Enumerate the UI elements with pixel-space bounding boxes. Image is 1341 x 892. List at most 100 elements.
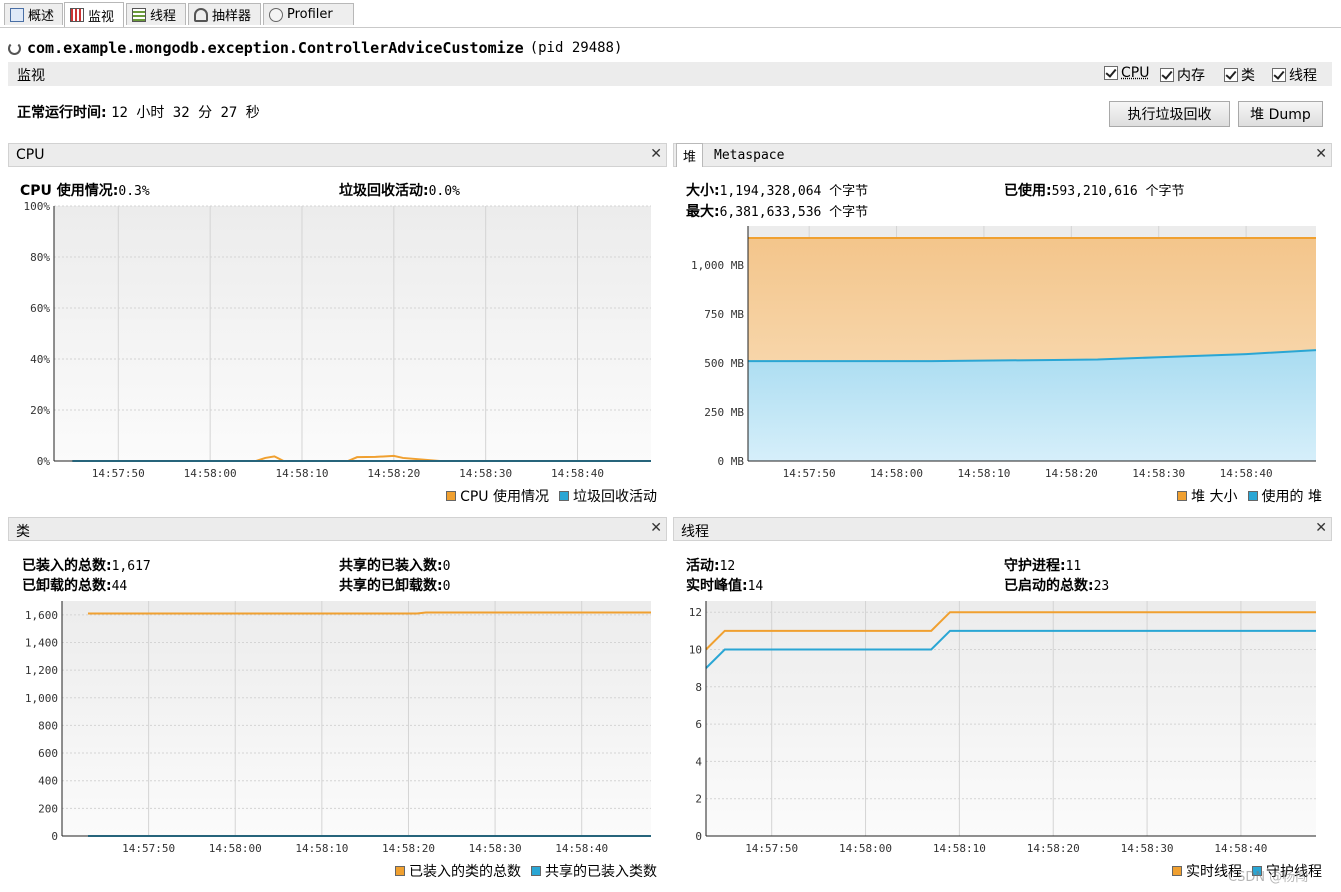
- classes-chart: 0 200 400 600 800 1,000 1,200 1,400 1,600 14:57:5…: [25, 601, 651, 855]
- x-tick-label: 14:58:00: [839, 842, 892, 855]
- y-tick-label: 400: [38, 775, 58, 788]
- y-tick-label: 1,400: [25, 636, 58, 649]
- tab-metaspace[interactable]: Metaspace: [708, 143, 790, 167]
- y-tick-label: 0%: [37, 455, 51, 468]
- close-icon[interactable]: ✕: [1315, 520, 1327, 536]
- plot-area: [54, 206, 651, 461]
- x-tick-label: 14:58:20: [1045, 467, 1098, 480]
- watermark: CSDN @杨闯: [1228, 870, 1309, 885]
- tab-monitor[interactable]: 监视: [64, 2, 124, 27]
- cpu-usage-value: 0.3%: [118, 184, 150, 199]
- legend-swatch-heap-used: [1247, 491, 1258, 501]
- legend-shared-classes: 共享的已装入类数: [545, 864, 657, 880]
- y-tick-label: 1,000 MB: [691, 259, 744, 272]
- cpu-chart: 0% 20% 40% 60% 80% 100% 14:57:50 14:58:00 14:58:…: [24, 200, 651, 480]
- overview-icon: [10, 7, 24, 22]
- x-tick-label: 14:57:50: [745, 842, 798, 855]
- daemon-threads-stat: 守护进程:11: [1004, 555, 1081, 575]
- y-tick-label: 2: [695, 793, 702, 806]
- memory-checkbox[interactable]: 内存: [1160, 65, 1205, 85]
- tab-profiler[interactable]: Profiler: [263, 3, 354, 25]
- classes-checkbox-label: 类: [1241, 68, 1255, 84]
- classes-checkbox[interactable]: 类: [1224, 65, 1255, 85]
- checkbox-checked-icon: [1272, 68, 1286, 82]
- legend-heap-size: 堆 大小: [1191, 489, 1238, 505]
- y-tick-label: 100%: [24, 200, 51, 213]
- x-tick-label: 14:58:10: [957, 467, 1010, 480]
- close-icon[interactable]: ✕: [1315, 146, 1327, 162]
- y-tick-label: 80%: [30, 251, 50, 264]
- started-threads-label: 已启动的总数:: [1004, 578, 1094, 594]
- close-icon[interactable]: ✕: [650, 520, 662, 536]
- y-tick-label: 4: [695, 755, 702, 768]
- x-tick-label: 14:58:40: [555, 842, 608, 855]
- plot-area: [62, 601, 651, 836]
- tab-overview[interactable]: 概述: [4, 3, 63, 25]
- y-tick-label: 1,000: [25, 692, 58, 705]
- tab-heap[interactable]: 堆: [676, 143, 704, 167]
- threads-checkbox[interactable]: 线程: [1272, 65, 1317, 85]
- tab-threads-label: 线程: [150, 9, 177, 24]
- daemon-threads-label: 守护进程:: [1004, 558, 1066, 574]
- y-tick-label: 500 MB: [704, 357, 744, 370]
- cpu-panel-title: CPU: [16, 147, 45, 163]
- loaded-classes-label: 已装入的总数:: [22, 558, 112, 574]
- live-threads-value: 12: [719, 559, 736, 574]
- cpu-chart-legend: CPU 使用情况 垃圾回收活动: [446, 486, 657, 506]
- x-tick-label: 14:57:50: [122, 842, 175, 855]
- legend-swatch-shared: [531, 866, 541, 876]
- unloaded-classes-label: 已卸载的总数:: [22, 578, 112, 594]
- close-icon[interactable]: ✕: [650, 146, 662, 162]
- gc-activity-label: 垃圾回收活动:: [339, 183, 429, 199]
- y-tick-label: 8: [695, 681, 702, 694]
- x-tick-label: 14:58:00: [184, 467, 237, 480]
- x-tick-label: 14:58:00: [870, 467, 923, 480]
- shared-unloaded-value: 0: [442, 579, 451, 594]
- classes-chart-legend: 已装入的类的总数 共享的已装入类数: [395, 861, 657, 881]
- live-threads-label: 活动:: [686, 558, 720, 574]
- threads-icon: [132, 7, 146, 22]
- x-tick-label: 14:57:50: [92, 467, 145, 480]
- y-tick-label: 250 MB: [704, 406, 744, 419]
- monitor-section-header: 监视 CPU 内存 类 线程: [8, 62, 1332, 86]
- heap-max-stat: 最大:6,381,633,536 个字节: [686, 201, 868, 221]
- tab-threads[interactable]: 线程: [126, 3, 186, 25]
- perform-gc-button[interactable]: 执行垃圾回收: [1109, 101, 1230, 127]
- series-line-0: [87, 611, 651, 615]
- y-tick-label: 10: [689, 643, 702, 656]
- x-tick-label: 14:58:30: [469, 842, 522, 855]
- cpu-panel-header: CPU ✕: [8, 143, 667, 167]
- shared-unloaded-label: 共享的已卸载数:: [339, 578, 443, 594]
- tab-monitor-label: 监视: [88, 9, 115, 25]
- y-tick-label: 20%: [30, 404, 50, 417]
- y-tick-label: 600: [38, 747, 58, 760]
- y-tick-label: 40%: [30, 353, 50, 366]
- tab-sampler[interactable]: 抽样器: [188, 3, 261, 25]
- cpu-usage-label: CPU 使用情况:: [20, 183, 119, 199]
- x-tick-label: 14:58:40: [1220, 467, 1273, 480]
- shared-loaded-label: 共享的已装入数:: [339, 558, 443, 574]
- plot-area: [706, 601, 1316, 836]
- heap-used-stat: 已使用:593,210,616 个字节: [1004, 180, 1185, 200]
- legend-cpu-usage: CPU 使用情况: [460, 489, 549, 505]
- y-tick-label: 60%: [30, 302, 50, 315]
- y-tick-label: 1,600: [25, 609, 58, 622]
- application-name: com.example.mongodb.exception.Controller…: [27, 39, 524, 57]
- legend-gc-activity: 垃圾回收活动: [573, 489, 657, 505]
- tab-overview-label: 概述: [28, 9, 55, 24]
- heap-dump-button[interactable]: 堆 Dump: [1238, 101, 1323, 127]
- live-threads-stat: 活动:12: [686, 555, 735, 575]
- unloaded-classes-value: 44: [111, 579, 128, 594]
- profiler-icon: [269, 7, 283, 22]
- x-tick-label: 14:58:30: [459, 467, 512, 480]
- x-tick-label: 14:58:20: [1027, 842, 1080, 855]
- peak-threads-value: 14: [747, 579, 764, 594]
- checkbox-checked-icon: [1104, 66, 1118, 80]
- shared-loaded-stat: 共享的已装入数:0: [339, 555, 450, 575]
- unloaded-classes-stat: 已卸载的总数:44: [22, 575, 127, 595]
- checkbox-checked-icon: [1224, 68, 1238, 82]
- heap-chart: 0 MB 250 MB 500 MB 750 MB 1,000 MB 14:57:50 14…: [691, 226, 1317, 480]
- memory-panel-header: 堆 Metaspace ✕: [673, 143, 1332, 167]
- heap-used-label: 已使用:: [1004, 183, 1052, 199]
- cpu-checkbox[interactable]: CPU: [1104, 65, 1149, 81]
